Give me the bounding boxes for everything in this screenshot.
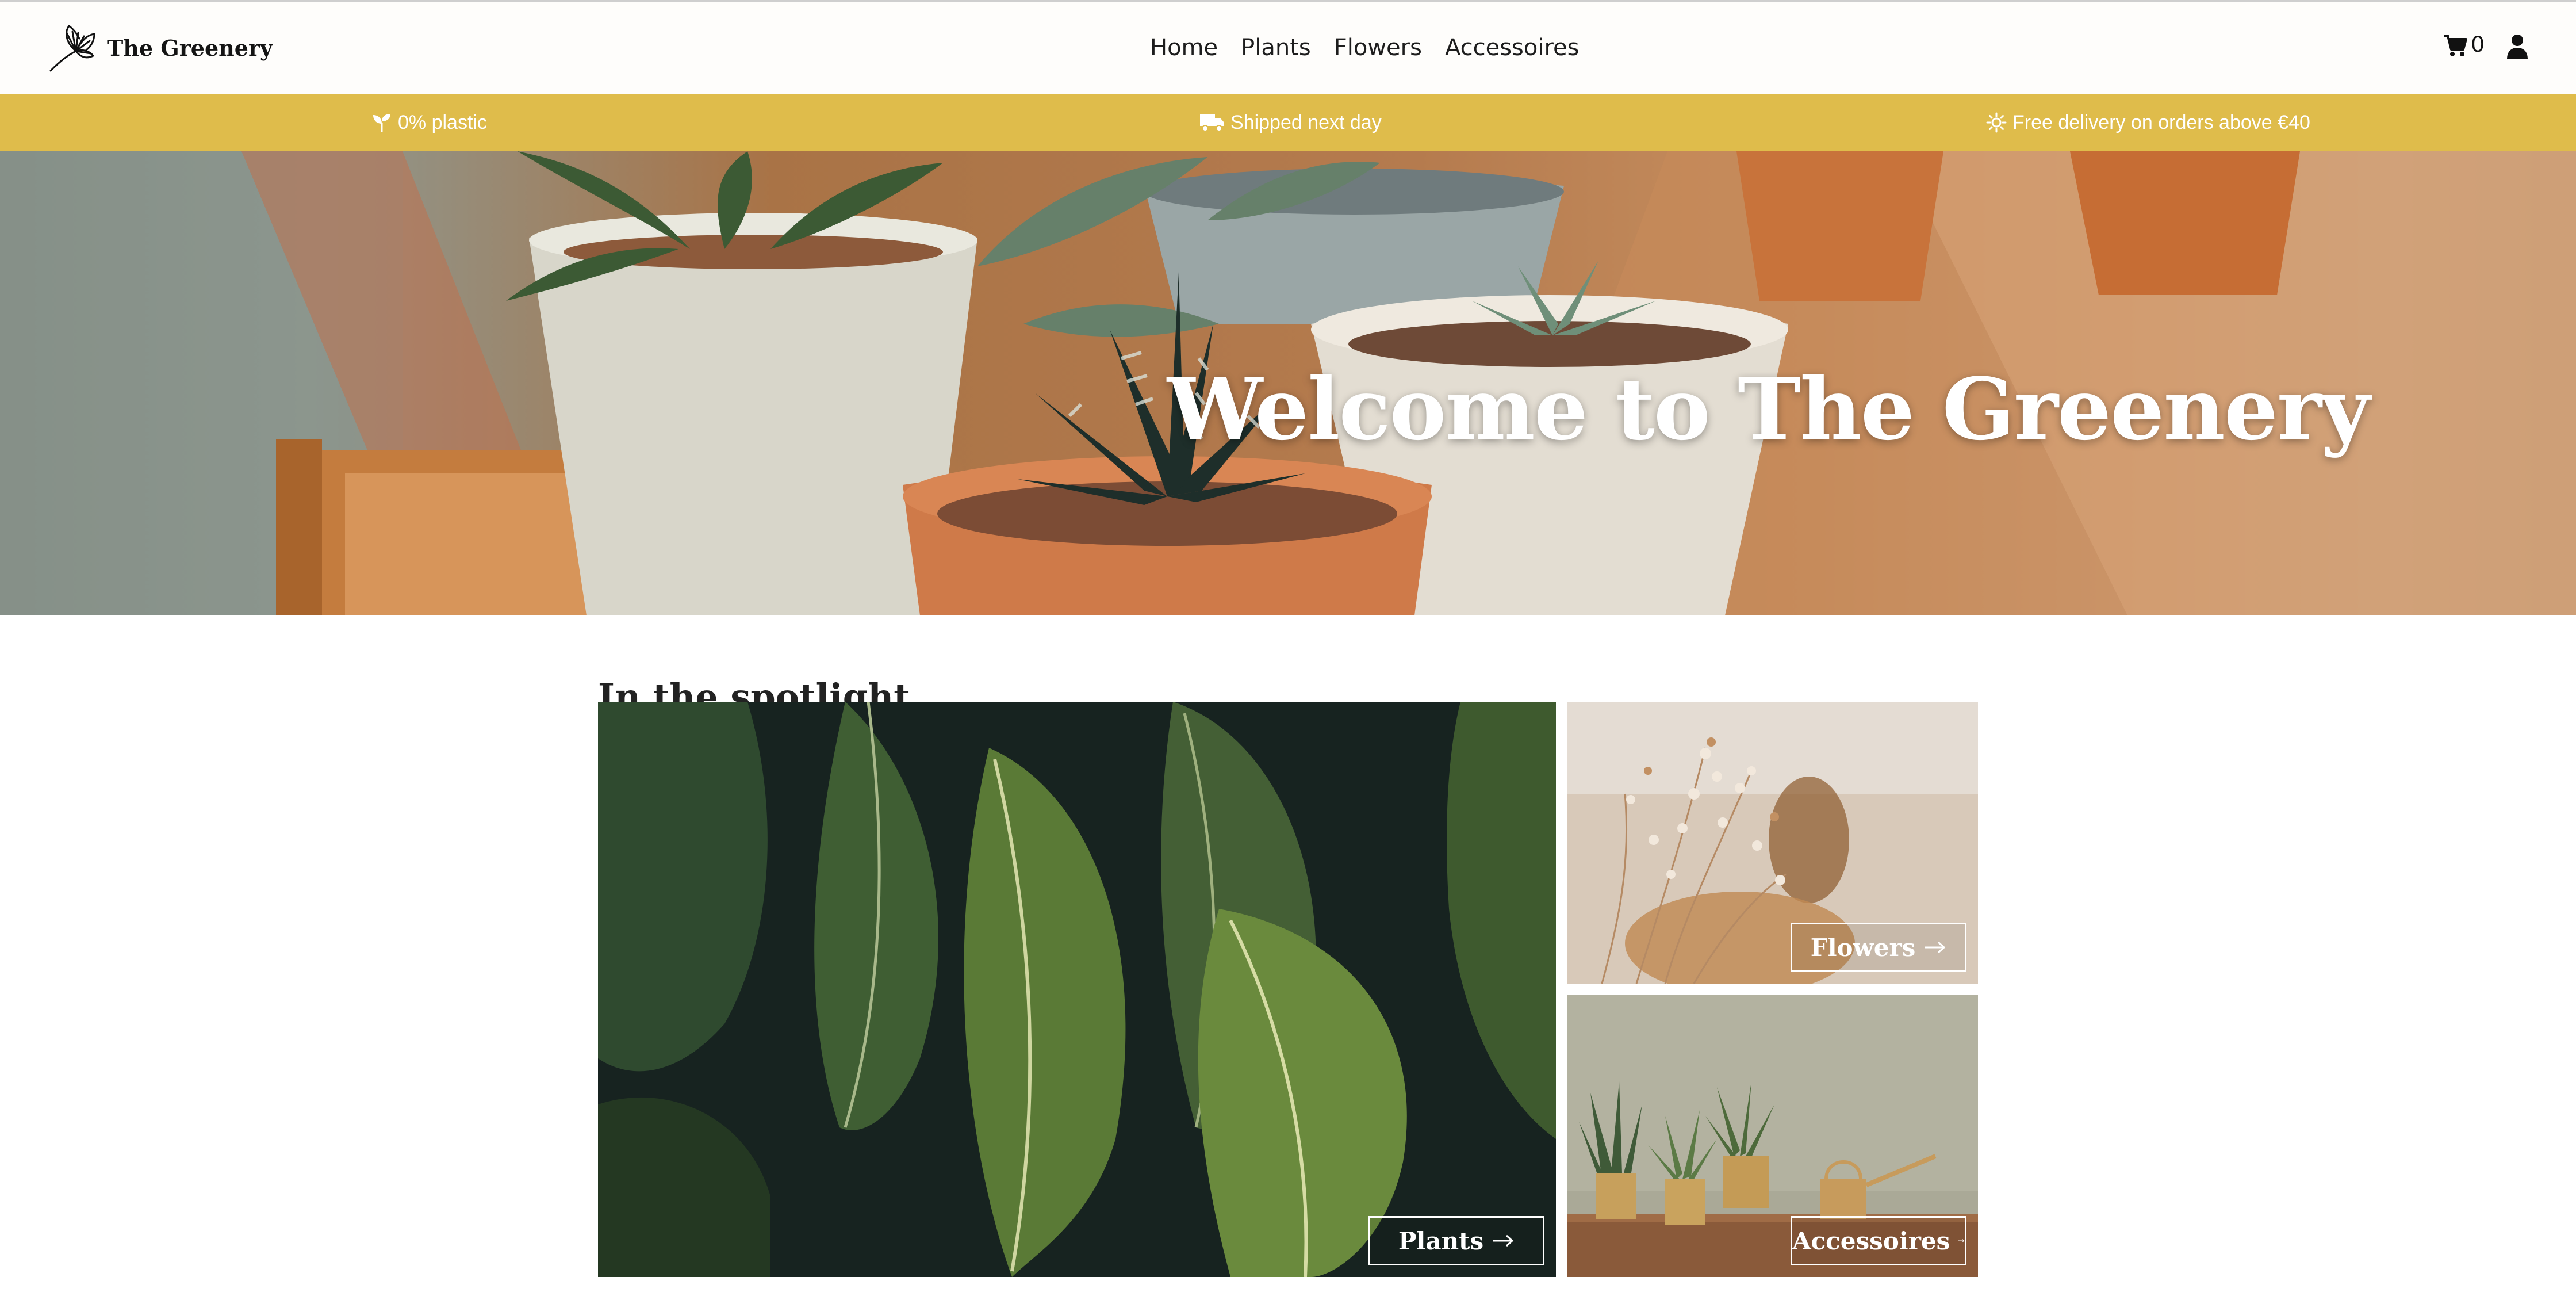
accessoires-button-label: Accessoires	[1792, 1226, 1950, 1255]
truck-icon	[1200, 114, 1224, 132]
plants-image	[598, 702, 1556, 1277]
cart-button[interactable]: 0	[2443, 32, 2484, 58]
arrow-right-icon	[1958, 1239, 1965, 1242]
usp-plastic-text: 0% plastic	[398, 111, 487, 133]
brand-name: The Greenery	[107, 35, 273, 61]
usp-shipping-text: Shipped next day	[1230, 111, 1382, 133]
nav-plants[interactable]: Plants	[1241, 29, 1311, 66]
sun-icon	[1986, 112, 2007, 133]
account-button[interactable]	[2506, 34, 2529, 62]
spotlight-card-plants[interactable]: Plants	[598, 702, 1556, 1277]
nav-accessoires[interactable]: Accessoires	[1445, 29, 1580, 66]
spotlight-card-accessoires[interactable]: Accessoires	[1567, 995, 1978, 1277]
seedling-icon	[373, 114, 390, 132]
flowers-button-label: Flowers	[1810, 933, 1916, 962]
ginkgo-leaf-icon	[49, 24, 95, 72]
hero-banner: Welcome to The Greenery	[0, 151, 2576, 615]
spotlight-card-flowers[interactable]: Flowers	[1567, 702, 1978, 984]
site-header: The Greenery Home Plants Flowers Accesso…	[0, 2, 2576, 94]
nav-home[interactable]: Home	[1150, 29, 1218, 66]
usp-shipping: Shipped next day	[1199, 94, 1382, 151]
accessoires-button[interactable]: Accessoires	[1791, 1216, 1966, 1265]
arrow-right-icon	[1493, 1234, 1514, 1247]
usp-delivery-text: Free delivery on orders above €40	[2012, 111, 2310, 133]
nav-flowers[interactable]: Flowers	[1334, 29, 1422, 66]
usp-bar: 0% plastic Shipped next day Free deliver…	[0, 94, 2576, 151]
plants-button[interactable]: Plants	[1368, 1216, 1544, 1265]
usp-plastic: 0% plastic	[371, 94, 487, 151]
cart-icon	[2444, 34, 2467, 56]
cart-count: 0	[2471, 32, 2485, 57]
brand[interactable]: The Greenery	[46, 21, 273, 74]
arrow-right-icon	[1925, 941, 1946, 954]
user-icon	[2507, 35, 2528, 59]
usp-delivery: Free delivery on orders above €40	[1986, 94, 2310, 151]
plants-button-label: Plants	[1398, 1226, 1484, 1255]
hero-title: Welcome to The Greenery	[1167, 359, 2370, 460]
main-nav: Home Plants Flowers Accessoires	[1150, 29, 1580, 66]
flowers-button[interactable]: Flowers	[1791, 923, 1966, 972]
